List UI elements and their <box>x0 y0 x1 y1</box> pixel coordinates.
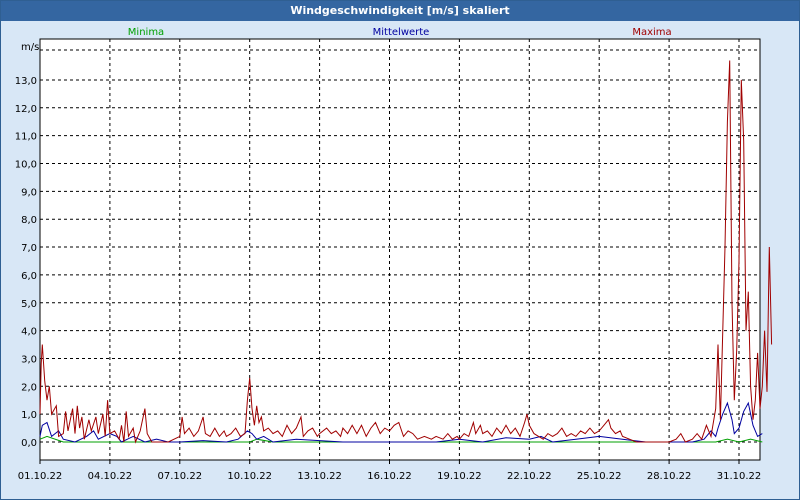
y-axis-ticks: 0,0 1,0 2,0 3,0 4,0 5,0 6,0 7,0 8,0 9,0 10,0 11,0 12… <box>15 76 37 449</box>
y-tick-label: 13,0 <box>15 76 37 87</box>
x-tick-label: 13.10.22 <box>297 471 342 482</box>
y-tick-label: 3,0 <box>21 354 37 365</box>
plot-area <box>39 38 761 461</box>
y-tick-label: 4,0 <box>21 327 37 338</box>
legend-item-maxima: Maxima <box>632 27 671 38</box>
y-tick-label: 11,0 <box>15 132 37 143</box>
y-tick-label: 1,0 <box>21 410 37 421</box>
y-axis-label: m/s <box>21 42 39 53</box>
legend: Minima Mittelwerte Maxima <box>128 27 672 38</box>
x-tick-label: 10.10.22 <box>227 471 272 482</box>
x-tick-label: 22.10.22 <box>507 471 552 482</box>
y-tick-label: 9,0 <box>21 187 37 198</box>
y-tick-label: 8,0 <box>21 215 37 226</box>
x-tick-label: 04.10.22 <box>88 471 133 482</box>
x-tick-label: 28.10.22 <box>647 471 692 482</box>
y-tick-label: 7,0 <box>21 243 37 254</box>
x-tick-label: 01.10.22 <box>18 471 63 482</box>
x-tick-label: 31.10.22 <box>717 471 762 482</box>
y-tick-label: 5,0 <box>21 299 37 310</box>
y-tick-label: 10,0 <box>15 160 37 171</box>
y-tick-label: 0,0 <box>21 438 37 449</box>
x-tick-label: 16.10.22 <box>367 471 412 482</box>
legend-item-minima: Minima <box>128 27 164 38</box>
legend-item-mittelwerte: Mittelwerte <box>373 27 430 38</box>
x-tick-label: 07.10.22 <box>158 471 203 482</box>
y-tick-label: 2,0 <box>21 382 37 393</box>
wind-speed-chart: 0,0 1,0 2,0 3,0 4,0 5,0 6,0 7,0 8,0 9,0 10,0 11,0 12… <box>15 27 773 482</box>
x-tick-label: 19.10.22 <box>437 471 482 482</box>
x-tick-label: 25.10.22 <box>577 471 622 482</box>
y-tick-label: 12,0 <box>15 104 37 115</box>
y-tick-label: 6,0 <box>21 271 37 282</box>
x-axis-ticks: 01.10.22 04.10.22 07.10.22 10.10.22 13.10.22… <box>18 460 762 482</box>
